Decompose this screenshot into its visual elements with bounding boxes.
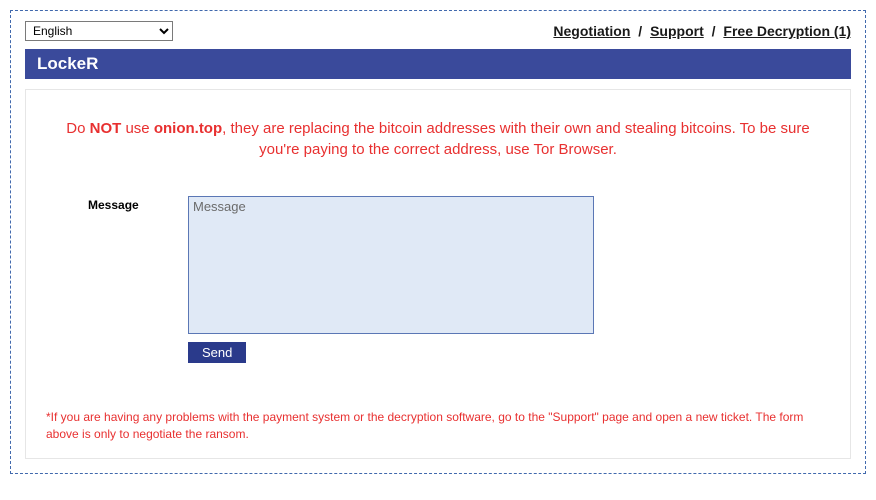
message-form-row: Message (88, 196, 830, 334)
top-row: English Negotiation / Support / Free Dec… (25, 21, 851, 41)
page-title: LockeR (25, 49, 851, 79)
nav-free-decryption-link[interactable]: Free Decryption (1) (723, 23, 851, 39)
page-container: English Negotiation / Support / Free Dec… (10, 10, 866, 474)
message-input[interactable] (188, 196, 594, 334)
nav-negotiation-link[interactable]: Negotiation (553, 23, 630, 39)
warning-rest: , they are replacing the bitcoin address… (222, 120, 810, 158)
footnote-text: *If you are having any problems with the… (46, 409, 830, 443)
send-button[interactable]: Send (188, 342, 246, 363)
send-row: Send (188, 342, 830, 363)
warning-domain: onion.top (154, 120, 222, 137)
content-panel: Do NOT use onion.top, they are replacing… (25, 89, 851, 459)
nav-separator: / (638, 23, 642, 39)
warning-not: NOT (90, 120, 122, 137)
nav-separator: / (712, 23, 716, 39)
message-label: Message (88, 196, 188, 212)
language-select[interactable]: English (25, 21, 173, 41)
warning-text: Do NOT use onion.top, they are replacing… (46, 118, 830, 160)
warning-pre: Do (66, 120, 89, 137)
top-nav-links: Negotiation / Support / Free Decryption … (553, 23, 851, 39)
nav-support-link[interactable]: Support (650, 23, 704, 39)
warning-mid: use (121, 120, 154, 137)
